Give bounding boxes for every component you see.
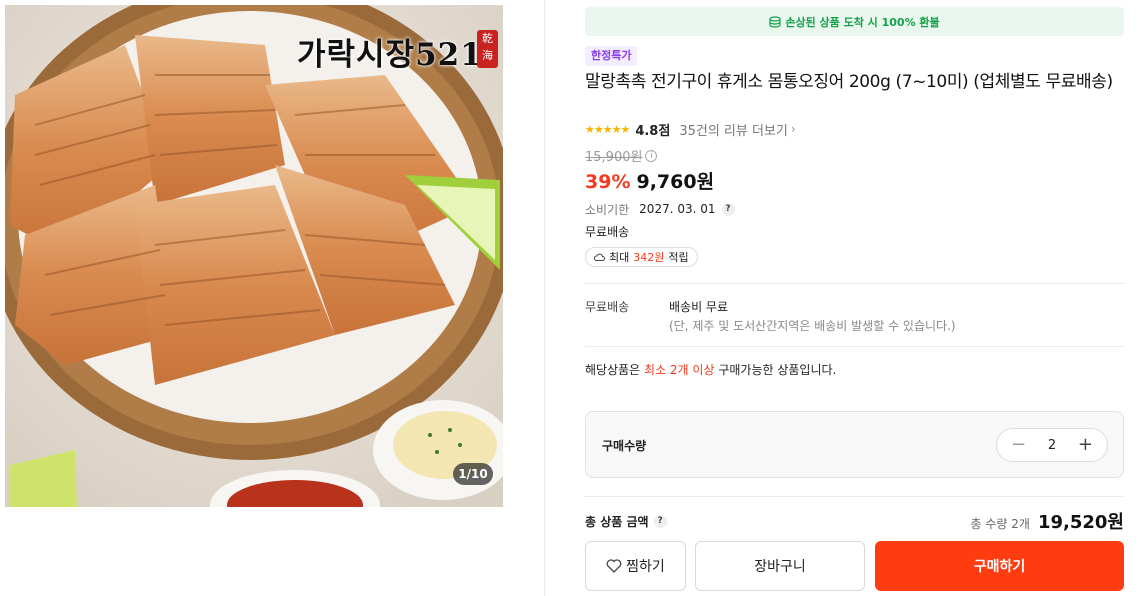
min-purchase-highlight: 최소 2개 이상 (644, 363, 715, 377)
buy-now-button[interactable]: 구매하기 (875, 541, 1124, 591)
divider (585, 496, 1124, 497)
divider (585, 346, 1124, 347)
wishlist-button[interactable]: 찜하기 (585, 541, 686, 591)
heart-icon (606, 559, 622, 573)
buy-label: 구매하기 (973, 559, 1026, 575)
rating-score: 4.8점 (635, 123, 671, 139)
chevron-right-icon[interactable]: › (791, 122, 796, 136)
product-image[interactable]: 가락시장521 乾海 1/10 (5, 5, 503, 507)
shipping-label: 무료배송 (585, 300, 630, 314)
points-prefix: 최대 (609, 251, 630, 264)
brand-logo: 가락시장521 (297, 37, 483, 73)
expiry-date: 2027. 03. 01 (639, 202, 716, 216)
original-price-row: 15,900원 i (585, 146, 658, 165)
coin-stack-icon (769, 15, 781, 28)
sale-price: 9,760원 (636, 171, 715, 193)
shipping-fee: 배송비 무료 (669, 300, 729, 314)
image-counter: 1/10 (453, 463, 493, 485)
increase-button[interactable]: + (1078, 436, 1093, 454)
cart-label: 장바구니 (754, 559, 806, 575)
expiry-label: 소비기한 (585, 202, 630, 217)
refund-notice: 손상된 상품 도착 시 100% 환불 (585, 7, 1124, 36)
min-purchase-prefix: 해당상품은 (585, 363, 641, 377)
price-row: 39% 9,760원 (585, 167, 714, 194)
quantity-box: 구매수량 − 2 + (585, 411, 1124, 478)
points-amount: 342원 (633, 251, 665, 264)
reviews-link[interactable]: 35건의 리뷰 더보기 (679, 120, 788, 139)
info-icon[interactable]: i (645, 149, 658, 162)
shipping-note: (단, 제주 및 도서산간지역은 배송비 발생할 수 있습니다.) (669, 319, 956, 333)
expiry-row: 소비기한 2027. 03. 01 ? (585, 201, 735, 217)
original-price: 15,900원 (585, 150, 643, 165)
quantity-value[interactable]: 2 (1048, 438, 1056, 453)
quantity-stepper: − 2 + (996, 428, 1108, 462)
refund-notice-text: 손상된 상품 도착 시 100% 환불 (785, 15, 940, 29)
total-label-row: 총 상품 금액 ? (585, 513, 667, 530)
help-icon[interactable]: ? (721, 202, 735, 216)
quantity-label: 구매수량 (602, 439, 647, 453)
help-icon[interactable]: ? (653, 515, 667, 528)
limited-deal-tag: 한정특가 (585, 46, 638, 66)
decrease-button[interactable]: − (1011, 436, 1026, 454)
dried-squid-photo (5, 5, 503, 507)
total-price: 19,520원 (1037, 512, 1124, 533)
total-label: 총 상품 금액 (585, 515, 649, 529)
add-to-cart-button[interactable]: 장바구니 (695, 541, 865, 591)
discount-rate: 39% (585, 171, 631, 193)
wishlist-label: 찜하기 (626, 559, 665, 575)
product-title: 말랑촉촉 전기구이 휴게소 몸통오징어 200g (7~10미) (업체별도 무… (585, 72, 1113, 92)
divider (585, 283, 1124, 284)
column-divider (544, 0, 545, 596)
rating-row: ★★★★★ 4.8점 35건의 리뷰 더보기 › (585, 120, 796, 139)
points-chip: 최대 342원 적립 (585, 247, 698, 267)
min-purchase-notice: 해당상품은 최소 2개 이상 구매가능한 상품입니다. (585, 361, 836, 378)
star-rating-icon: ★★★★★ (585, 122, 630, 136)
cloud-icon (594, 253, 605, 261)
total-count: 총 수량 2개 (970, 517, 1030, 531)
min-purchase-suffix: 구매가능한 상품입니다. (718, 363, 837, 377)
brand-seal: 乾海 (477, 30, 498, 68)
points-suffix: 적립 (668, 251, 689, 264)
free-shipping-label: 무료배송 (585, 225, 630, 239)
total-summary: 총 수량 2개 19,520원 (971, 508, 1124, 534)
